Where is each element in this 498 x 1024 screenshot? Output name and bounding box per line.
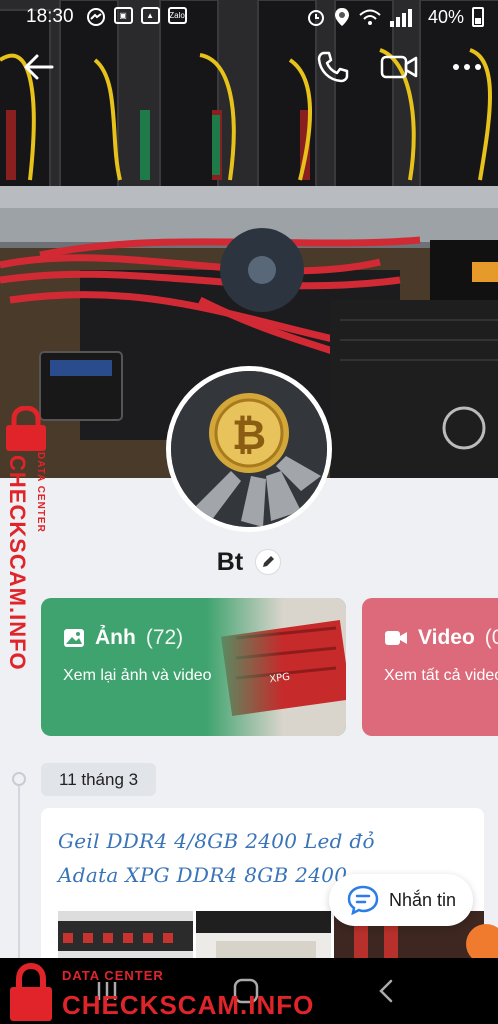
zalo-icon: Zalo xyxy=(167,7,187,24)
pencil-icon xyxy=(263,556,275,567)
timeline-dot xyxy=(12,772,26,786)
watermark-small-text: DATA CENTER xyxy=(62,968,164,983)
photos-card-thumbnail: XPG xyxy=(206,598,346,736)
post-line: Geil DDR4 4/8GB 2400 Led đỏ xyxy=(58,829,375,853)
post-text: Geil DDR4 4/8GB 2400 Led đỏ Adata XPG DD… xyxy=(58,824,375,892)
chat-bubble-icon xyxy=(347,885,379,915)
watermark-bottom: DATA CENTER CHECKSCAM.INFO xyxy=(0,960,313,1024)
lock-icon xyxy=(6,406,46,451)
timeline-date: 11 tháng 3 xyxy=(41,763,157,796)
videos-card-header: Video (0) xyxy=(384,626,498,650)
status-bar: 18:30 ▣ ▲ Zalo 40% xyxy=(0,0,498,34)
watermark-big-text: CHECKSCAM.INFO xyxy=(62,990,315,1020)
bitcoin-coin-icon: ₿ xyxy=(171,371,327,527)
watermark-small-text: DATA CENTER xyxy=(35,452,46,533)
watermark-side: CHECKSCAM.INFO DATA CENTER xyxy=(0,400,56,671)
gallery-icon: ▲ xyxy=(140,7,160,24)
videos-card[interactable]: Video (0) Xem tất cả video xyxy=(362,598,498,736)
watermark-big-text: CHECKSCAM.INFO xyxy=(5,455,30,671)
video-icon xyxy=(385,631,407,645)
more-dots-icon[interactable] xyxy=(450,50,484,84)
video-camera-icon[interactable] xyxy=(380,50,418,84)
photos-card-count: (72) xyxy=(145,626,184,649)
status-time: 18:30 xyxy=(26,6,74,27)
battery-icon xyxy=(472,7,484,27)
avatar-image: ₿ xyxy=(171,371,327,527)
profile-toolbar xyxy=(0,44,498,90)
image-icon xyxy=(64,629,84,647)
phone-icon[interactable] xyxy=(316,50,350,84)
svg-text:₿: ₿ xyxy=(232,410,266,459)
photos-card-header: Ảnh (72) xyxy=(63,626,183,650)
post-line: Adata XPG DDR4 8GB 2400 xyxy=(58,863,348,887)
photos-card-title: Ảnh xyxy=(95,626,136,649)
arrow-left-icon[interactable] xyxy=(22,50,56,84)
messenger-icon xyxy=(86,8,105,26)
back-icon[interactable] xyxy=(372,976,402,1006)
avatar[interactable]: ₿ xyxy=(166,366,332,532)
photos-card-subtitle: Xem lại ảnh và video xyxy=(63,667,212,684)
photos-card[interactable]: XPG Ảnh (72) Xem lại ảnh và video xyxy=(41,598,346,736)
signal-icon xyxy=(389,9,412,27)
photo-icon: ▣ xyxy=(113,7,133,24)
profile-name-row: Bt xyxy=(0,544,498,580)
battery-percent: 40% xyxy=(427,6,464,27)
message-button-label: Nhắn tin xyxy=(389,889,457,910)
videos-card-subtitle: Xem tất cả video xyxy=(384,667,498,684)
alarm-icon xyxy=(307,10,324,26)
timeline-line xyxy=(18,778,20,978)
videos-card-title: Video xyxy=(418,626,475,649)
wifi-icon xyxy=(359,9,381,25)
notification-icons: ▣ ▲ Zalo xyxy=(86,7,187,27)
system-icons: 40% xyxy=(306,7,484,28)
message-button[interactable]: Nhắn tin xyxy=(329,874,473,926)
location-icon xyxy=(334,8,349,26)
videos-card-count: (0) xyxy=(484,626,498,649)
edit-name-button[interactable] xyxy=(255,549,282,575)
profile-name: Bt xyxy=(216,547,244,576)
lock-icon xyxy=(10,962,52,1021)
